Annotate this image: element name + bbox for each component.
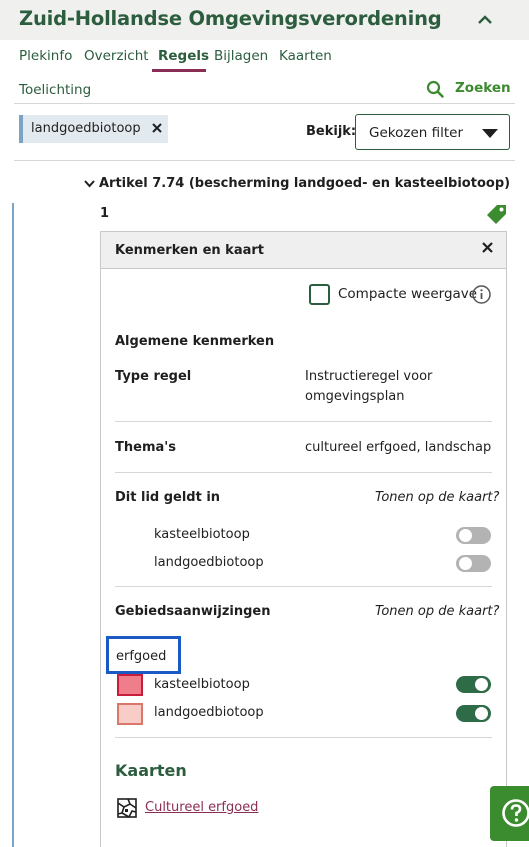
divider xyxy=(14,160,515,161)
chevron-up-icon[interactable] xyxy=(476,12,494,26)
active-tab-indicator xyxy=(152,69,206,72)
view-label: Bekijk: xyxy=(306,124,357,139)
panel-title: Kenmerken en kaart xyxy=(115,243,264,258)
indent-line xyxy=(12,203,14,847)
filter-chip-label: landgoedbiotoop xyxy=(31,121,141,136)
toggle-knob xyxy=(459,557,472,570)
compact-view-checkbox[interactable] xyxy=(309,284,330,305)
type-value-line1: Instructieregel voor xyxy=(305,369,433,384)
kasteelbiotoop-designation-toggle[interactable] xyxy=(456,676,491,693)
applies-heading: Dit lid geldt in xyxy=(115,490,221,505)
applies-item-label: kasteelbiotoop xyxy=(154,527,250,542)
tag-icon[interactable] xyxy=(485,203,508,226)
tab-toelichting[interactable]: Toelichting xyxy=(19,82,91,98)
kasteelbiotoop-legend-swatch xyxy=(117,674,143,696)
tab-bijlagen[interactable]: Bijlagen xyxy=(214,48,268,64)
search-label: Zoeken xyxy=(455,80,511,96)
landgoedbiotoop-map-toggle[interactable] xyxy=(456,555,491,572)
search-icon xyxy=(426,80,444,98)
toggle-knob xyxy=(475,707,488,720)
caret-down-icon xyxy=(482,129,498,138)
designation-group-label: erfgoed xyxy=(116,649,167,664)
toggle-knob xyxy=(475,678,488,691)
divider xyxy=(115,421,492,422)
tab-kaarten[interactable]: Kaarten xyxy=(279,48,332,64)
designation-item-label: kasteelbiotoop xyxy=(154,677,250,692)
app-header: Zuid-Hollandse Omgevingsverordening xyxy=(0,0,529,40)
view-select-value: Gekozen filter xyxy=(369,125,464,141)
page-title: Zuid-Hollandse Omgevingsverordening xyxy=(19,7,442,30)
close-icon[interactable] xyxy=(151,121,163,135)
themes-label: Thema's xyxy=(115,440,176,455)
designation-group-focused[interactable]: erfgoed xyxy=(106,636,181,674)
show-on-map-label: Tonen op de kaart? xyxy=(375,490,500,505)
characteristics-panel: Kenmerken en kaart Compacte weergave Alg… xyxy=(100,231,507,847)
tab-overzicht[interactable]: Overzicht xyxy=(84,48,149,64)
type-label: Type regel xyxy=(115,369,192,384)
chevron-down-icon xyxy=(84,180,95,188)
toggle-knob xyxy=(459,529,472,542)
designations-heading: Gebiedsaanwijzingen xyxy=(115,604,271,619)
info-icon[interactable] xyxy=(471,284,492,305)
themes-value: cultureel erfgoed, landschap xyxy=(305,440,492,455)
lid-number: 1 xyxy=(100,206,110,221)
close-icon[interactable] xyxy=(481,241,494,254)
landgoedbiotoop-legend-swatch xyxy=(117,703,143,725)
map-icon xyxy=(117,798,137,818)
help-button[interactable] xyxy=(490,786,529,841)
panel-header: Kenmerken en kaart xyxy=(101,232,506,269)
tab-regels[interactable]: Regels xyxy=(158,48,209,64)
divider xyxy=(115,472,492,473)
divider xyxy=(14,103,515,104)
designation-item-label: landgoedbiotoop xyxy=(154,705,264,720)
kasteelbiotoop-map-toggle[interactable] xyxy=(456,527,491,544)
artikel-title: Artikel 7.74 (bescherming landgoed- en k… xyxy=(99,176,511,191)
tab-plekinfo[interactable]: Plekinfo xyxy=(19,48,72,64)
filter-chip: landgoedbiotoop xyxy=(19,115,168,143)
maps-heading: Kaarten xyxy=(115,761,187,780)
divider xyxy=(115,586,492,587)
general-heading: Algemene kenmerken xyxy=(115,334,275,349)
compact-view-label: Compacte weergave xyxy=(338,286,478,302)
help-icon xyxy=(502,799,529,827)
divider xyxy=(115,737,492,738)
view-select[interactable]: Gekozen filter xyxy=(355,114,510,150)
type-value-line2: omgevingsplan xyxy=(305,389,405,404)
show-on-map-label: Tonen op de kaart? xyxy=(375,604,500,619)
map-link-label: Cultureel erfgoed xyxy=(145,800,259,815)
applies-item-label: landgoedbiotoop xyxy=(154,555,264,570)
landgoedbiotoop-designation-toggle[interactable] xyxy=(456,705,491,722)
